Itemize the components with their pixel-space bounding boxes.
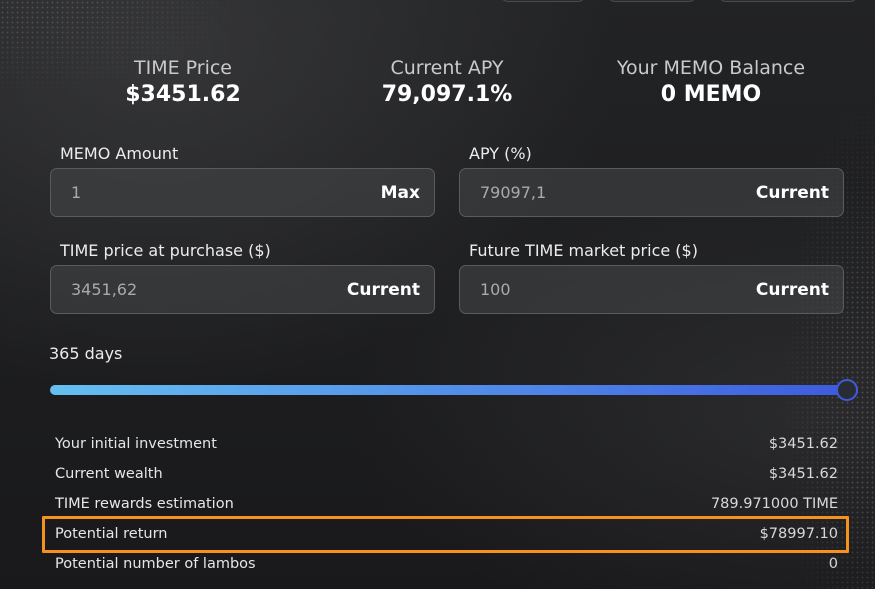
future-price-label: Future TIME market price ($) — [469, 241, 698, 260]
memo-amount-value[interactable]: 1 — [71, 183, 81, 202]
purchase-price-label: TIME price at purchase ($) — [60, 241, 271, 260]
result-label: Your initial investment — [55, 436, 217, 452]
time-price-stat: TIME Price $3451.62 — [63, 57, 303, 111]
result-label: Potential number of lambos — [55, 556, 256, 572]
days-label: 365 days — [49, 344, 123, 363]
future-price-current-button[interactable]: Current — [756, 280, 829, 300]
time-price-value: $3451.62 — [125, 82, 241, 107]
purchase-price-field[interactable]: 3451,62 Current — [50, 265, 435, 314]
current-apy-value: 79,097.1% — [381, 82, 513, 107]
result-value: 0 — [828, 556, 838, 572]
memo-balance-value: 0 MEMO — [660, 82, 762, 107]
days-slider-track[interactable] — [50, 385, 847, 395]
memo-balance-stat: Your MEMO Balance 0 MEMO — [591, 57, 831, 111]
memo-amount-field[interactable]: 1 Max — [50, 168, 435, 217]
potential-return-highlight — [42, 516, 849, 553]
memo-amount-label: MEMO Amount — [60, 144, 179, 163]
result-row-time-rewards: TIME rewards estimation 789.971000 TIME — [55, 493, 838, 515]
result-value: $3451.62 — [768, 436, 838, 452]
top-nav-button-2[interactable] — [607, 0, 697, 2]
apy-value[interactable]: 79097,1 — [480, 183, 546, 202]
top-nav-button-1[interactable] — [500, 0, 586, 2]
future-price-value[interactable]: 100 — [480, 280, 511, 299]
result-label: TIME rewards estimation — [55, 496, 234, 512]
current-apy-label: Current APY — [390, 57, 504, 79]
purchase-price-current-button[interactable]: Current — [347, 280, 420, 300]
apy-field[interactable]: 79097,1 Current — [459, 168, 844, 217]
max-button[interactable]: Max — [381, 183, 420, 203]
top-nav-button-3[interactable] — [718, 0, 858, 2]
time-price-label: TIME Price — [134, 57, 232, 79]
result-value: $3451.62 — [768, 466, 838, 482]
purchase-price-value[interactable]: 3451,62 — [71, 280, 137, 299]
days-slider-thumb[interactable] — [836, 379, 858, 401]
result-row-initial-investment: Your initial investment $3451.62 — [55, 433, 838, 455]
result-row-current-wealth: Current wealth $3451.62 — [55, 463, 838, 485]
memo-balance-label: Your MEMO Balance — [616, 57, 806, 79]
apy-current-button[interactable]: Current — [756, 183, 829, 203]
result-row-lambos: Potential number of lambos 0 — [55, 553, 838, 575]
future-price-field[interactable]: 100 Current — [459, 265, 844, 314]
apy-label: APY (%) — [469, 144, 532, 163]
current-apy-stat: Current APY 79,097.1% — [327, 57, 567, 111]
result-value: 789.971000 TIME — [710, 496, 838, 512]
result-label: Current wealth — [55, 466, 163, 482]
